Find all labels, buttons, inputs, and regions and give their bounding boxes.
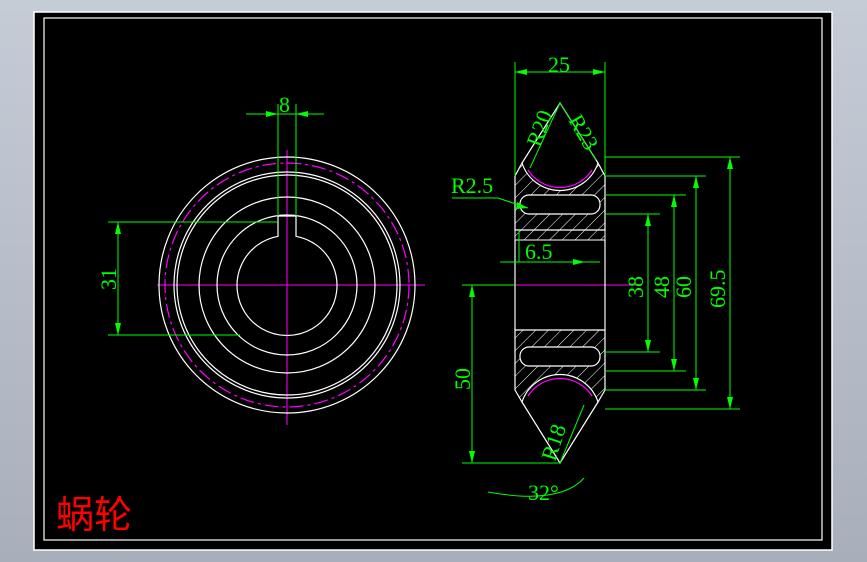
dim-angle: 32° (528, 480, 559, 505)
dim-key-width: 8 (279, 92, 290, 117)
cad-viewport[interactable]: 8 31 25 R20 R23 R2.5 6.5 38 48 60 69.5 5… (0, 0, 867, 562)
dim-50: 50 (450, 368, 475, 390)
dim-38: 38 (623, 276, 648, 298)
cad-drawing: 8 31 25 R20 R23 R2.5 6.5 38 48 60 69.5 5… (33, 11, 833, 551)
drawing-title: 蜗轮 (56, 493, 132, 537)
dim-key-depth: 31 (96, 268, 121, 290)
dim-r2-5: R2.5 (451, 173, 493, 198)
dim-total-width: 25 (548, 52, 570, 77)
dim-r23: R23 (564, 110, 604, 154)
dim-r18: R18 (536, 421, 571, 464)
front-view (157, 150, 425, 425)
dim-69-5: 69.5 (705, 270, 730, 309)
dim-6-5: 6.5 (525, 239, 553, 264)
front-view-dimensions (108, 104, 324, 336)
arrowheads (469, 69, 733, 463)
dim-60: 60 (671, 276, 696, 298)
dim-r20: R20 (521, 107, 557, 150)
